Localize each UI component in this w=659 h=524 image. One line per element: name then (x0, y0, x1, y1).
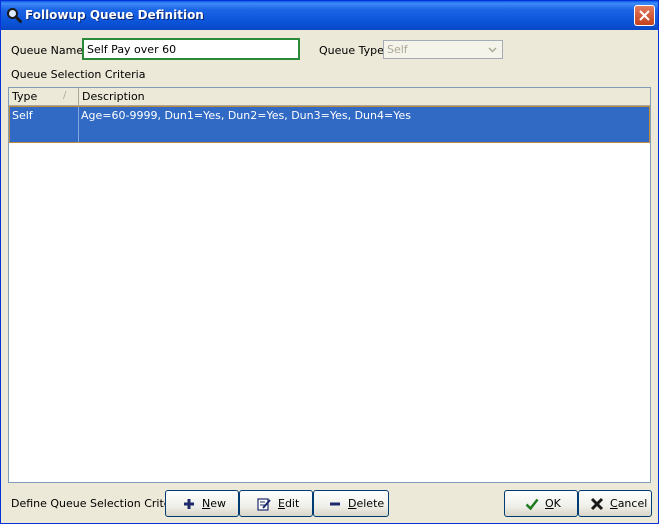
cancel-button-label: ancel (617, 497, 648, 510)
edit-icon (257, 498, 271, 511)
ok-button-label: K (553, 497, 561, 510)
minus-icon (330, 502, 340, 506)
queue-type-label: Queue Type (319, 44, 384, 57)
cancel-x-icon (590, 497, 604, 511)
close-button[interactable] (634, 5, 655, 26)
table-row[interactable]: Self Age=60-9999, Dun1=Yes, Dun2=Yes, Du… (9, 106, 650, 143)
followup-queue-dialog: Followup Queue Definition Queue Name Que… (0, 0, 659, 524)
chevron-down-icon (488, 47, 497, 53)
new-button-label: ew (210, 497, 226, 510)
queue-type-value: Self (387, 43, 408, 56)
column-header-type-label: Type (12, 90, 38, 103)
column-header-description-label: Description (82, 90, 145, 103)
criteria-label: Queue Selection Criteria (11, 68, 146, 81)
cancel-accelerator: C (610, 497, 618, 510)
cell-divider (78, 107, 79, 142)
edit-accelerator: E (278, 497, 285, 510)
row-description-cell: Age=60-9999, Dun1=Yes, Dun2=Yes, Dun3=Ye… (81, 109, 411, 122)
delete-button[interactable]: Delete (313, 490, 389, 517)
new-accelerator: N (202, 497, 211, 510)
delete-button-label: elete (356, 497, 385, 510)
edit-button[interactable]: Edit (239, 490, 313, 517)
new-button[interactable]: New (165, 490, 239, 517)
grid-header: Type / Description (9, 88, 650, 106)
sort-indicator-icon: / (63, 90, 67, 101)
plus-icon (184, 499, 194, 509)
define-criteria-label: Define Queue Selection Criteria (11, 497, 185, 510)
title-bar[interactable]: Followup Queue Definition (1, 1, 658, 30)
queue-name-input[interactable] (82, 38, 300, 60)
row-type-cell: Self (12, 109, 33, 122)
column-header-type[interactable]: Type / (9, 88, 79, 105)
column-header-description[interactable]: Description (79, 88, 650, 105)
edit-button-label: dit (284, 497, 300, 510)
queue-type-select[interactable]: Self (383, 40, 503, 59)
cancel-button[interactable]: Cancel (578, 490, 652, 517)
window-title: Followup Queue Definition (25, 8, 204, 22)
queue-name-label: Queue Name (11, 44, 84, 57)
criteria-grid[interactable]: Type / Description Self Age=60-9999, Dun… (8, 87, 651, 483)
close-icon (639, 10, 650, 21)
search-app-icon (7, 8, 22, 23)
ok-accelerator: O (545, 497, 554, 510)
checkmark-icon (525, 498, 539, 511)
ok-button[interactable]: OK (504, 490, 578, 517)
